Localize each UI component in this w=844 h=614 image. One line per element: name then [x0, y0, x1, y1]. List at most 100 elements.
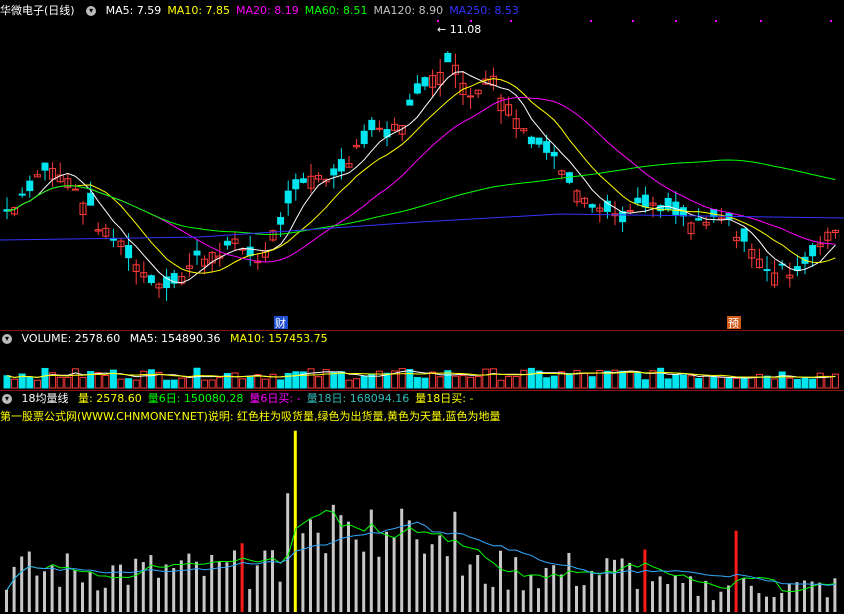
indicator-bar — [506, 589, 510, 612]
volume-bar — [239, 378, 247, 389]
indicator-bar — [575, 585, 578, 612]
volume-bar — [793, 378, 801, 389]
indicator-bar — [81, 582, 84, 612]
indicator-bar — [187, 553, 191, 612]
signal-dot — [830, 20, 832, 22]
volume-bar — [33, 379, 41, 389]
indicator-bar — [126, 584, 130, 612]
indicator-bar — [476, 555, 480, 612]
indicator-bar — [339, 515, 343, 612]
volume-bar — [755, 373, 763, 389]
volume-bar — [482, 368, 490, 389]
volume-bar — [505, 375, 513, 389]
indicator-bar — [309, 519, 312, 612]
candle-body — [292, 179, 300, 190]
indicator-bar — [620, 558, 624, 612]
volume-bar — [208, 379, 216, 389]
volume-bar — [330, 371, 338, 389]
indicator-bar — [757, 593, 761, 612]
indicator-bar — [818, 582, 822, 612]
indicator-chart[interactable] — [0, 424, 844, 614]
volume-bar — [140, 370, 148, 389]
volume-chart[interactable] — [0, 348, 844, 390]
candle-body — [695, 218, 703, 221]
indicator-bar — [271, 550, 274, 612]
indicator-bar — [567, 552, 571, 612]
indicator-bar — [210, 554, 214, 612]
indicator-bar — [461, 575, 464, 612]
indicator-bar — [354, 539, 358, 612]
volume-bar — [763, 375, 771, 389]
volume-bar — [277, 379, 285, 389]
price-chart[interactable]: ← 11.08 财 预 — [0, 0, 844, 330]
chevron-down-icon[interactable]: ▾ — [2, 334, 12, 344]
indicator-bar — [157, 577, 160, 612]
indicator-legend-item: 量6日: 150080.28 — [147, 392, 244, 405]
indicator-bar — [514, 557, 518, 612]
volume-bar — [11, 378, 19, 389]
volume-bar — [664, 378, 672, 389]
indicator-bar — [377, 556, 381, 612]
candle-body — [360, 130, 368, 145]
volume-bar — [147, 369, 155, 389]
volume-bar — [550, 375, 558, 389]
volume-bar — [467, 376, 475, 389]
volume-bar — [679, 374, 687, 389]
indicator-bar — [559, 574, 563, 612]
candle-body — [634, 197, 642, 204]
indicator-bar — [50, 565, 54, 612]
marker-cai-label: 财 — [275, 316, 286, 330]
volume-bar — [641, 379, 649, 389]
indicator-bar — [521, 590, 525, 612]
indicator-bar — [468, 564, 472, 612]
volume-bar — [429, 371, 437, 389]
indicator-bar — [134, 558, 138, 612]
volume-bar — [474, 376, 482, 389]
indicator-bar — [749, 585, 753, 612]
candle-body — [368, 119, 376, 131]
indicator-bar — [255, 565, 259, 612]
signal-dot — [510, 20, 512, 22]
volume-bar — [178, 377, 186, 389]
volume-bar — [337, 371, 345, 389]
volume-bar — [163, 379, 171, 389]
indicator-bar — [765, 596, 768, 612]
volume-bar — [216, 377, 224, 389]
indicator-bar — [613, 559, 616, 612]
volume-bar — [132, 379, 140, 389]
indicator-bar — [787, 583, 791, 612]
candle-body — [18, 193, 26, 196]
volume-bar — [71, 368, 79, 389]
volume-bar — [345, 379, 353, 389]
indicator-bar — [58, 586, 62, 612]
volume-bar — [771, 378, 779, 389]
volume-bar — [588, 376, 596, 389]
indicator-bar — [407, 520, 411, 612]
volume-bar — [725, 377, 733, 389]
indicator-bar — [825, 597, 829, 612]
marker-yu-label: 预 — [728, 317, 739, 330]
candle-body — [375, 127, 383, 130]
indicator-bar — [635, 588, 639, 612]
candle-body — [284, 190, 292, 204]
candle-body — [763, 269, 771, 272]
indicator-bar — [20, 556, 24, 612]
volume-ma5: MA5: 154890.36 — [129, 332, 221, 345]
indicator-bar — [483, 583, 487, 612]
indicator-panel-header: ▾ 18均量线 量: 2578.60 量6日: 150080.28 量6日买: -量… — [0, 391, 485, 407]
candle-body — [87, 192, 95, 206]
chevron-down-icon[interactable]: ▾ — [2, 394, 12, 404]
volume-bar — [702, 375, 710, 389]
indicator-legend-item: 量18日: 168094.16 — [306, 392, 410, 405]
indicator-bar — [704, 580, 708, 612]
volume-bar — [581, 373, 589, 389]
indicator-bar — [537, 588, 540, 612]
candle-body — [626, 209, 634, 212]
volume-bar — [816, 372, 824, 389]
candle-body — [543, 141, 551, 153]
indicator-bar — [590, 570, 594, 612]
volume-bar — [672, 374, 680, 389]
volume-bar — [125, 378, 133, 389]
candle-body — [223, 240, 231, 246]
high-price-label: ← 11.08 — [437, 23, 481, 36]
